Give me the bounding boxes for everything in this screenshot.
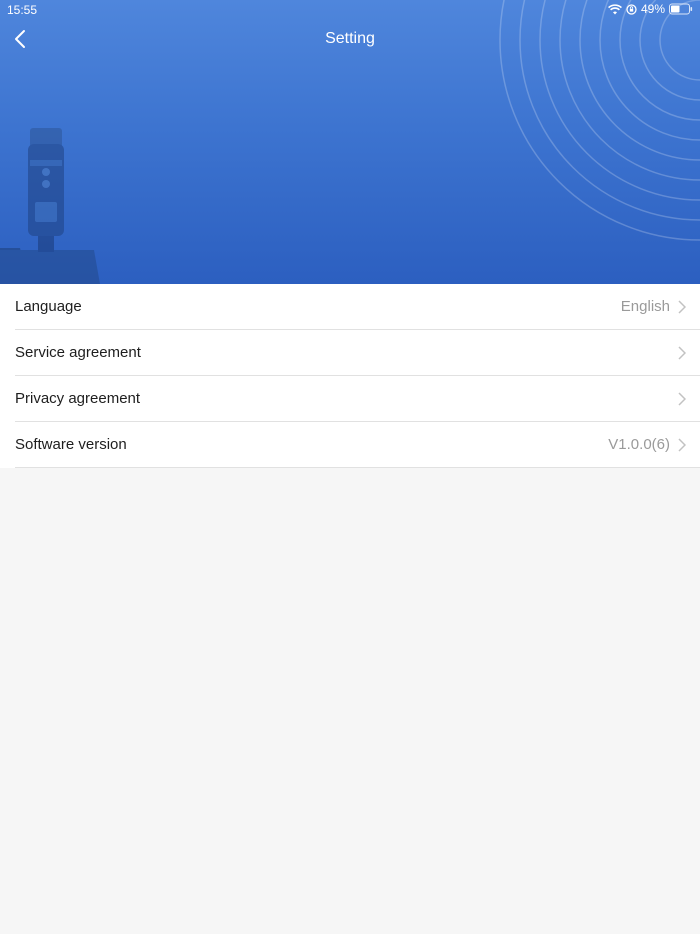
settings-row-value: V1.0.0(6) [608,436,670,453]
status-icons: 49% [608,2,693,16]
status-bar: 15:55 49% [0,0,700,20]
wifi-icon [608,3,622,14]
header-banner: 15:55 49% Setting [0,0,700,284]
settings-list: Language English Service agreement Priva… [0,284,700,468]
chevron-right-icon [678,438,686,452]
settings-row-service-agreement[interactable]: Service agreement [15,330,700,376]
settings-row-label: Software version [15,436,127,453]
chevron-right-icon [678,300,686,314]
settings-row-label: Language [15,298,82,315]
settings-row-software-version[interactable]: Software version V1.0.0(6) [15,422,700,468]
battery-percent: 49% [640,2,665,16]
page-title: Setting [325,30,375,47]
chevron-right-icon [678,392,686,406]
settings-row-label: Service agreement [15,344,141,361]
settings-row-value: English [620,298,670,315]
battery-icon [669,3,693,15]
chevron-right-icon [678,346,686,360]
microscope-image [0,128,100,284]
settings-row-language[interactable]: Language English [15,284,700,330]
orientation-lock-icon [626,3,637,15]
settings-row-label: Privacy agreement [15,390,141,407]
settings-row-privacy-agreement[interactable]: Privacy agreement [15,376,700,422]
status-time: 15:55 [7,3,38,17]
